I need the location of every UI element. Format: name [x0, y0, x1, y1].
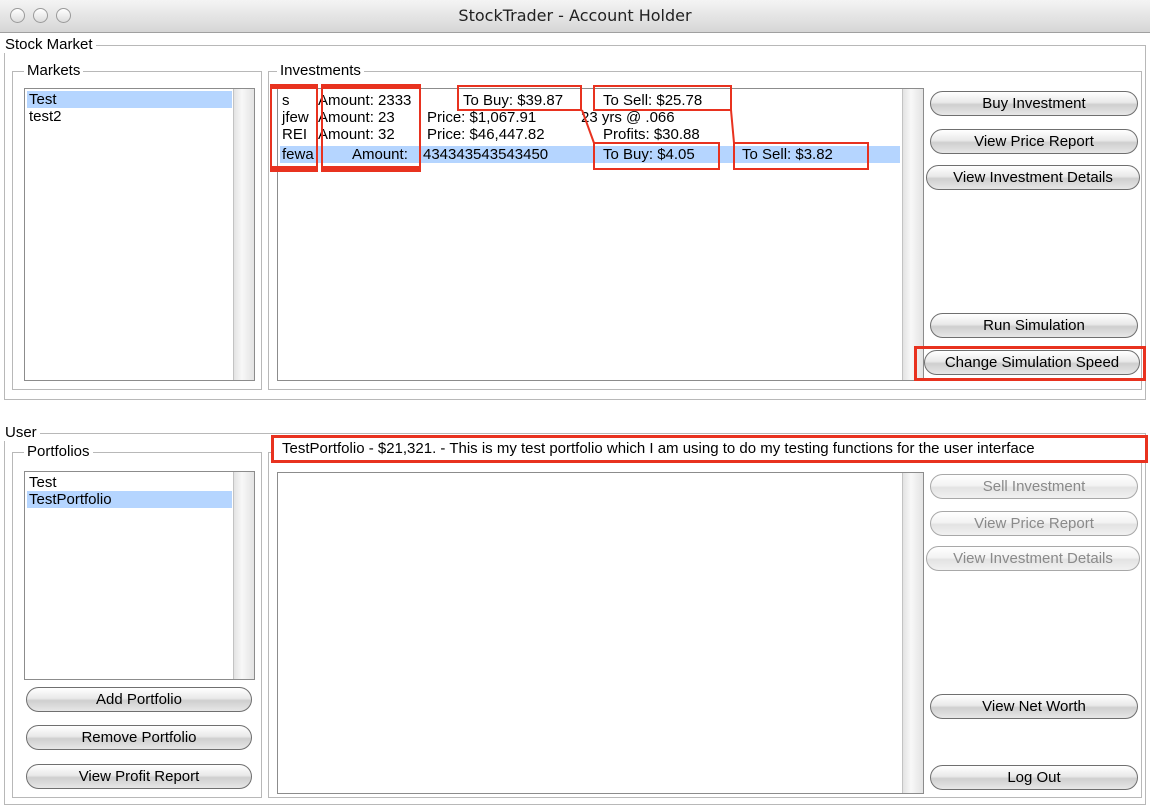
window-title: StockTrader - Account Holder: [458, 6, 692, 25]
add-portfolio-button[interactable]: Add Portfolio: [26, 687, 252, 712]
investment-code: s: [282, 92, 290, 109]
investment-amount-value: 434343543543450: [423, 146, 549, 163]
list-item[interactable]: Test: [27, 91, 232, 108]
investment-amount: Amount:: [352, 146, 408, 163]
investment-buy: To Buy: $39.87: [463, 92, 564, 109]
run-simulation-button[interactable]: Run Simulation: [930, 313, 1138, 338]
portfolios-list[interactable]: Test TestPortfolio: [24, 471, 255, 680]
sell-investment-button[interactable]: Sell Investment: [930, 474, 1138, 499]
buy-investment-button[interactable]: Buy Investment: [930, 91, 1138, 116]
portfolios-scrollbar[interactable]: [233, 472, 254, 679]
view-net-worth-button[interactable]: View Net Worth: [930, 694, 1138, 719]
stock-market-label: Stock Market: [2, 37, 96, 53]
portfolio-investments-list[interactable]: [277, 472, 924, 794]
investment-amount: Amount: 32: [318, 126, 395, 143]
change-simulation-speed-button[interactable]: Change Simulation Speed: [924, 350, 1140, 375]
title-bar: StockTrader - Account Holder: [0, 0, 1150, 33]
log-out-button[interactable]: Log Out: [930, 765, 1138, 790]
table-row[interactable]: s Amount: 2333 To Buy: $39.87 To Sell: $…: [280, 92, 900, 109]
remove-portfolio-button[interactable]: Remove Portfolio: [26, 725, 252, 750]
view-price-report-button[interactable]: View Price Report: [930, 129, 1138, 154]
investments-scrollbar[interactable]: [902, 89, 923, 380]
table-row[interactable]: REI Amount: 32 Price: $46,447.82 Profits…: [280, 126, 900, 143]
user-label: User: [2, 425, 40, 441]
investment-profits: Profits: $30.88: [603, 126, 700, 143]
view-price-report-button[interactable]: View Price Report: [930, 511, 1138, 536]
investment-code: jfew: [282, 109, 309, 126]
table-row[interactable]: jfew Amount: 23 Price: $1,067.91 23 yrs …: [280, 109, 900, 126]
list-item[interactable]: test2: [27, 108, 232, 125]
investments-list[interactable]: s Amount: 2333 To Buy: $39.87 To Sell: $…: [277, 88, 924, 381]
view-investment-details-button[interactable]: View Investment Details: [926, 546, 1140, 571]
investment-amount: Amount: 23: [318, 109, 395, 126]
view-investment-details-button[interactable]: View Investment Details: [926, 165, 1140, 190]
investment-sell: To Sell: $25.78: [603, 92, 703, 109]
table-row[interactable]: fewa Amount: 434343543543450 To Buy: $4.…: [280, 146, 900, 163]
investment-term: 23 yrs @ .066: [581, 109, 675, 126]
portfolios-label: Portfolios: [24, 444, 93, 460]
list-item[interactable]: TestPortfolio: [27, 491, 232, 508]
investment-price: Price: $1,067.91: [427, 109, 537, 126]
markets-list[interactable]: Test test2: [24, 88, 255, 381]
investment-price: Price: $46,447.82: [427, 126, 545, 143]
view-profit-report-button[interactable]: View Profit Report: [26, 764, 252, 789]
investment-code: fewa: [282, 146, 314, 163]
portfolio-description: TestPortfolio - $21,321. - This is my te…: [271, 435, 1148, 463]
investments-label: Investments: [277, 63, 364, 79]
investment-code: REI: [282, 126, 308, 143]
list-item[interactable]: Test: [27, 474, 232, 491]
investment-amount: Amount: 2333: [318, 92, 412, 109]
portfolio-investments-scrollbar[interactable]: [902, 473, 923, 793]
markets-label: Markets: [24, 63, 84, 79]
investment-buy: To Buy: $4.05: [603, 146, 695, 163]
investment-sell: To Sell: $3.82: [742, 146, 833, 163]
markets-scrollbar[interactable]: [233, 89, 254, 380]
